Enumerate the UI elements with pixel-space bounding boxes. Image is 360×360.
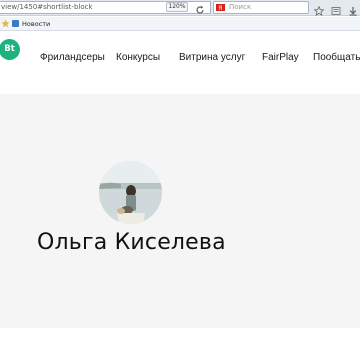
bookmarks-menu-icon[interactable] — [331, 3, 341, 15]
bookmark-star-icon[interactable] — [313, 3, 325, 16]
nav-services-showcase[interactable]: Витрина услуг — [179, 52, 245, 63]
bookmark-item-news[interactable]: Новости — [12, 19, 50, 29]
profile-header: Ольга Киселева — [0, 94, 360, 328]
svg-text:Я: Я — [218, 5, 222, 11]
zoom-indicator[interactable]: 120% — [166, 2, 188, 12]
nav-contests[interactable]: Конкурсы — [116, 52, 160, 63]
profile-name: Ольга Киселева — [37, 230, 226, 255]
site-header: Bt Фриландсеры Конкурсы Витрина услуг Fa… — [0, 32, 360, 82]
nav-communicate[interactable]: Пообщать — [313, 52, 360, 63]
avatar[interactable] — [99, 161, 162, 224]
bookmarks-bar: Новости — [0, 17, 360, 31]
browser-toolbar: view/1450#shortlist-block 120% Я Поиск — [0, 0, 360, 16]
downloads-icon[interactable] — [348, 3, 358, 16]
search-placeholder: Поиск — [229, 3, 252, 11]
search-engine-icon[interactable]: Я — [216, 4, 225, 12]
nav-fairplay[interactable]: FairPlay — [262, 52, 299, 63]
reload-icon[interactable] — [195, 2, 205, 14]
bookmark-label: Новости — [22, 20, 51, 28]
site-logo[interactable]: Bt — [0, 39, 20, 60]
news-favicon-icon — [12, 20, 19, 27]
nav-freelancers[interactable]: Фриландсеры — [40, 52, 105, 63]
search-input[interactable]: Я Поиск — [213, 1, 309, 14]
bookmark-toolbar-icon[interactable] — [1, 19, 10, 29]
